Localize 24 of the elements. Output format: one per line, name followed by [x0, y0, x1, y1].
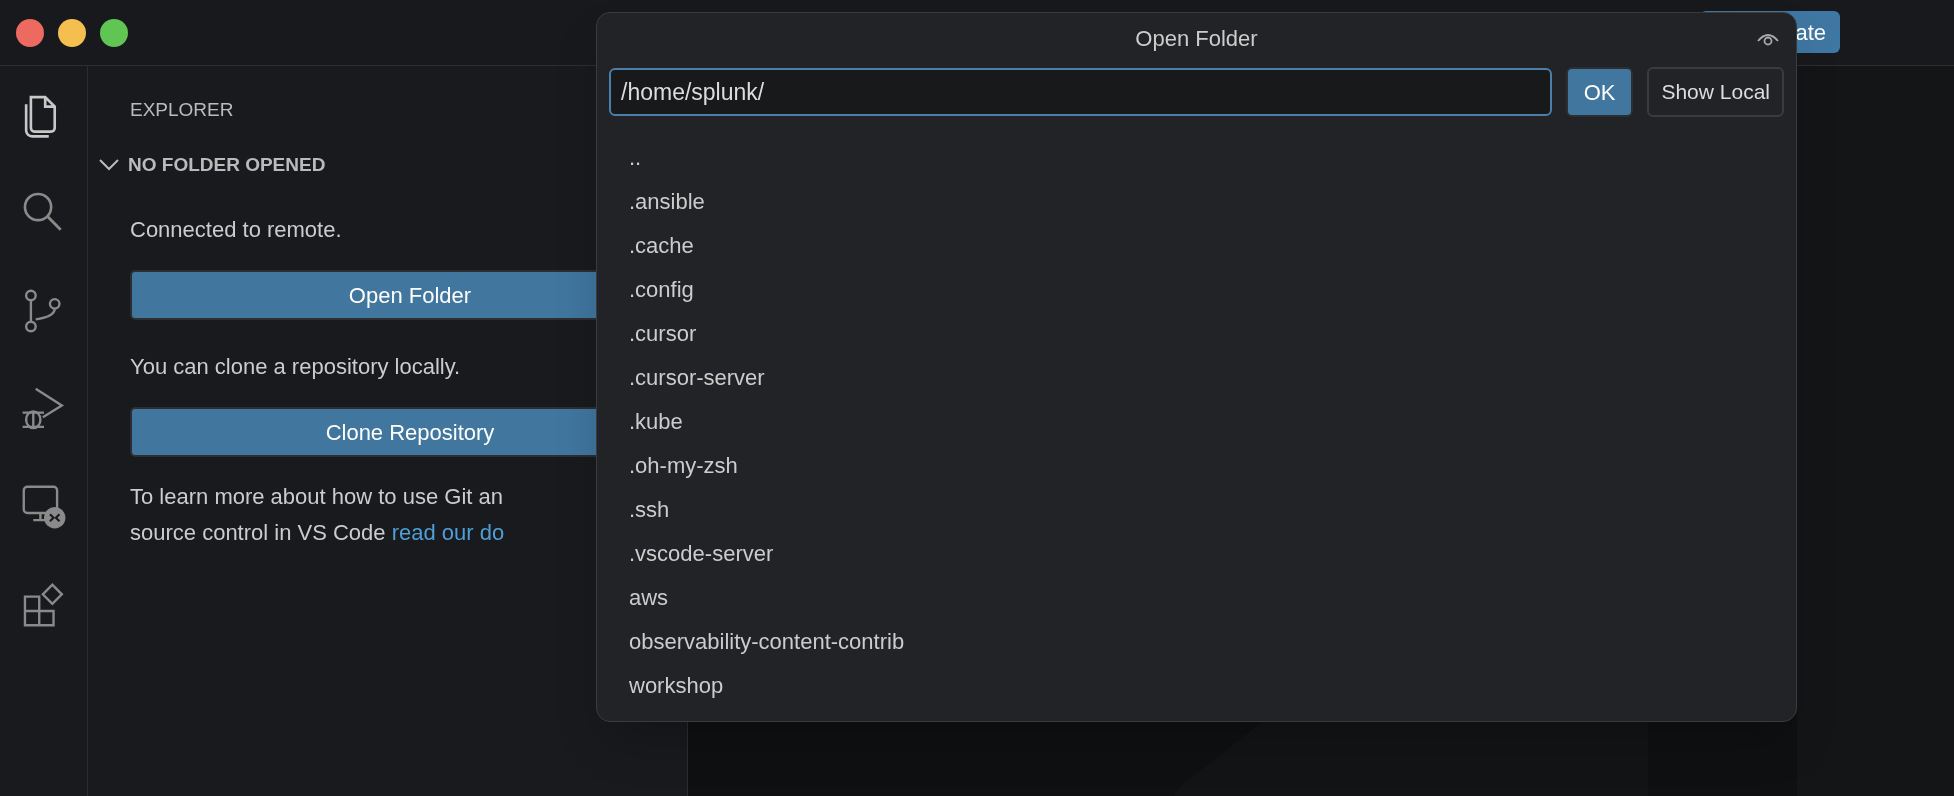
folder-list-item[interactable]: ..: [629, 140, 642, 174]
sidebar-message: Connected to remote.: [130, 216, 342, 244]
show-local-button[interactable]: Show Local: [1647, 67, 1784, 117]
sidebar-paragraph: To learn more about how to use Git an source control in VS Code read our do: [130, 483, 505, 547]
close-window-icon[interactable]: [16, 18, 44, 47]
minimize-window-icon[interactable]: [58, 18, 86, 47]
folder-list-item[interactable]: aws: [629, 580, 669, 614]
folder-list-item[interactable]: .cache: [629, 228, 694, 262]
dialog-title: Open Folder: [1135, 24, 1258, 53]
section-header[interactable]: NO FOLDER OPENED: [128, 150, 326, 179]
folder-list-item[interactable]: observability-content-contrib: [629, 624, 905, 658]
folder-list-item[interactable]: .ansible: [629, 184, 705, 218]
chevron-down-icon[interactable]: [98, 157, 120, 172]
sidebar-title: EXPLORER: [130, 98, 235, 122]
maximize-window-icon[interactable]: [100, 18, 128, 47]
sidebar-message: You can clone a repository locally.: [130, 353, 461, 381]
folder-list-item[interactable]: .cursor-server: [629, 360, 765, 394]
folder-list-item[interactable]: workshop: [629, 668, 724, 702]
ok-button[interactable]: OK: [1565, 67, 1634, 117]
docs-link[interactable]: read our do: [391, 520, 505, 545]
folder-list-item[interactable]: .kube: [629, 404, 683, 438]
folder-list-item[interactable]: .ssh: [629, 492, 670, 526]
path-input-field[interactable]: /home/splunk/: [609, 68, 1552, 116]
folder-list-item[interactable]: .vscode-server: [629, 536, 774, 570]
